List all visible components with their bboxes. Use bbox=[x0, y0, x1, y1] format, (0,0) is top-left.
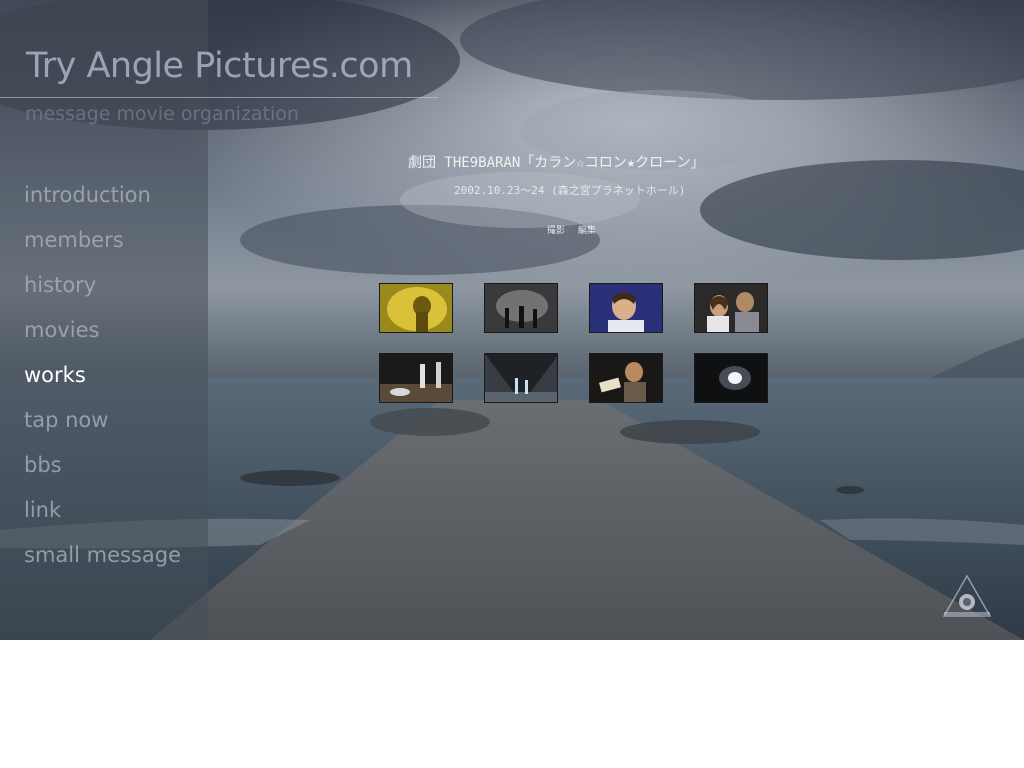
nav-item-history[interactable]: history bbox=[24, 270, 181, 315]
thumbnail-yellow-stage[interactable] bbox=[379, 283, 453, 333]
thumbnail-person-reading[interactable] bbox=[589, 353, 663, 403]
thumbnail-stage-lights[interactable] bbox=[484, 353, 558, 403]
page-footer-blank bbox=[0, 640, 1024, 768]
site-subtitle: message movie organization bbox=[25, 103, 299, 125]
credit-editing: 編集 bbox=[577, 226, 596, 236]
nav-item-works[interactable]: works bbox=[24, 360, 181, 405]
work-date: 2002.10.23～24 (森之宮プラネットホール) bbox=[454, 184, 686, 197]
title-divider bbox=[0, 97, 438, 98]
nav-item-movies[interactable]: movies bbox=[24, 315, 181, 360]
thumbnail-two-people[interactable] bbox=[694, 283, 768, 333]
work-title: 劇団 THE9BARAN「カラン☆コロン★クローン」 bbox=[408, 155, 705, 171]
thumbnail-bright-light[interactable] bbox=[694, 353, 768, 403]
site-title[interactable]: Try Angle Pictures.com bbox=[26, 46, 413, 86]
nav-item-link[interactable]: link bbox=[24, 495, 181, 540]
triangle-logo-icon bbox=[942, 574, 992, 622]
credit-camera: 撮影 bbox=[547, 226, 566, 236]
nav-item-bbs[interactable]: bbs bbox=[24, 450, 181, 495]
thumbnail-dark-silhouettes[interactable] bbox=[484, 283, 558, 333]
main-nav: introduction members history movies work… bbox=[24, 180, 181, 585]
nav-item-members[interactable]: members bbox=[24, 225, 181, 270]
work-credits: 撮影 編集 bbox=[547, 223, 606, 236]
nav-item-tap-now[interactable]: tap now bbox=[24, 405, 181, 450]
thumbnail-woman-smiling[interactable] bbox=[589, 283, 663, 333]
background-scene: Try Angle Pictures.com message movie org… bbox=[0, 0, 1024, 640]
nav-item-introduction[interactable]: introduction bbox=[24, 180, 181, 225]
thumbnail-stage-group[interactable] bbox=[379, 353, 453, 403]
nav-item-small-message[interactable]: small message bbox=[24, 540, 181, 585]
